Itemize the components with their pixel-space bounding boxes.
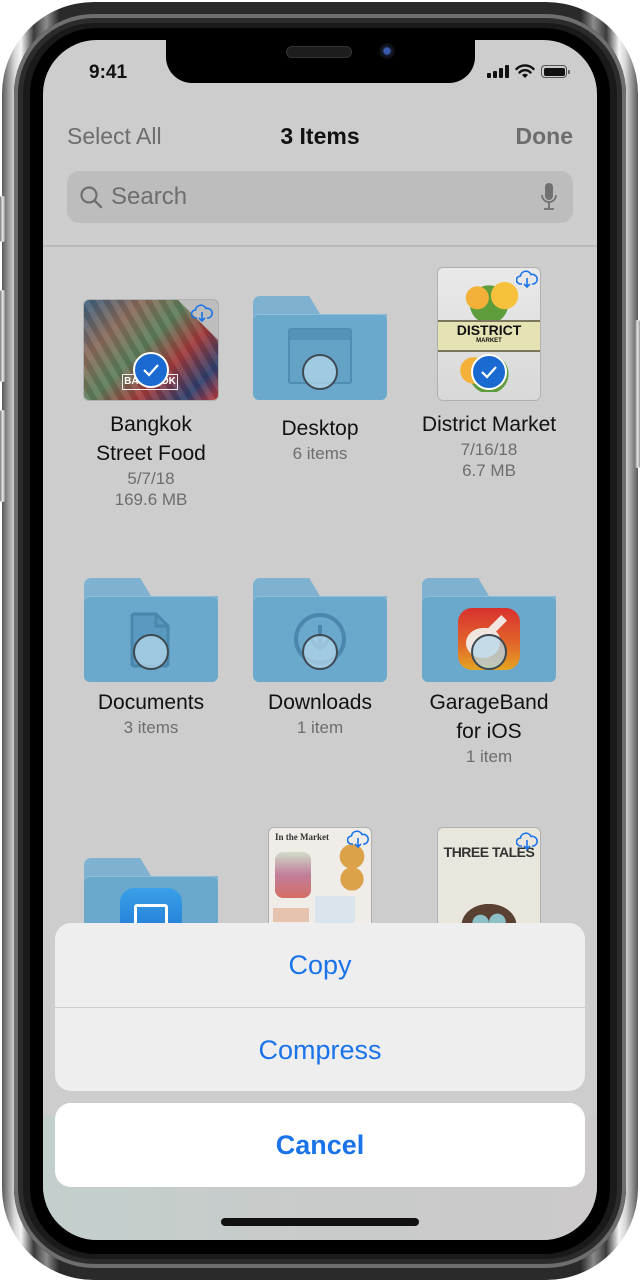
item-size: 6.7 MB bbox=[462, 461, 516, 480]
selected-checkmark-icon bbox=[471, 354, 507, 390]
item-name: District Market bbox=[421, 413, 557, 436]
cloud-download-icon[interactable] bbox=[347, 830, 369, 848]
folder-icon bbox=[84, 578, 218, 682]
item-count: 1 item bbox=[465, 747, 513, 766]
item-count: 1 item bbox=[296, 718, 344, 737]
selection-circle[interactable] bbox=[302, 634, 338, 670]
item-name: Documents bbox=[97, 691, 205, 714]
cloud-download-icon[interactable] bbox=[191, 304, 213, 322]
item-name: Desktop bbox=[281, 417, 359, 440]
file-item-bangkok-street-food[interactable]: BANGKOK BangkokStreet Food 5/7/18 169.6 … bbox=[66, 268, 236, 510]
action-sheet: Copy Compress bbox=[55, 923, 585, 1091]
compress-button[interactable]: Compress bbox=[55, 1008, 585, 1091]
cancel-button[interactable]: Cancel bbox=[55, 1103, 585, 1187]
power-button bbox=[635, 320, 640, 468]
thumb-title: In the Market bbox=[275, 832, 329, 842]
thumb-subtitle: MARKET bbox=[476, 338, 502, 344]
folder-item-documents[interactable]: Documents 3 items bbox=[66, 578, 236, 738]
folder-icon bbox=[422, 578, 556, 682]
item-name: Downloads bbox=[268, 691, 372, 714]
cloud-download-icon[interactable] bbox=[516, 832, 538, 850]
silent-switch bbox=[0, 196, 5, 242]
selection-circle[interactable] bbox=[133, 634, 169, 670]
item-name: GarageBand for iOS bbox=[429, 691, 549, 743]
copy-button[interactable]: Copy bbox=[55, 923, 585, 1007]
volume-up-button bbox=[0, 290, 5, 382]
item-date: 7/16/18 bbox=[460, 440, 518, 459]
photo-thumbnail: BANGKOK bbox=[84, 300, 218, 400]
item-count: 3 items bbox=[123, 718, 179, 737]
folder-item-garageband[interactable]: GarageBand for iOS 1 item bbox=[404, 578, 574, 767]
folder-item-desktop[interactable]: Desktop 6 items bbox=[235, 268, 405, 464]
cloud-download-icon[interactable] bbox=[516, 270, 538, 288]
selection-circle[interactable] bbox=[302, 354, 338, 390]
item-count: 6 items bbox=[292, 444, 348, 463]
folder-icon bbox=[253, 296, 387, 400]
folder-icon bbox=[253, 578, 387, 682]
item-name: Bangkok Street Food bbox=[96, 413, 206, 465]
selection-circle[interactable] bbox=[471, 634, 507, 670]
document-thumbnail: DISTRICT MARKET bbox=[438, 268, 540, 400]
item-date: 5/7/18 bbox=[127, 469, 175, 488]
selected-checkmark-icon bbox=[133, 352, 169, 388]
screen: 9:41 Select All 3 Items Done Search Bang… bbox=[43, 40, 597, 1240]
folder-item-downloads[interactable]: Downloads 1 item bbox=[235, 578, 405, 738]
item-size: 169.6 MB bbox=[114, 490, 188, 509]
thumb-title: DISTRICT bbox=[456, 322, 522, 338]
title-banner: DISTRICT MARKET bbox=[438, 320, 540, 352]
orange-slices bbox=[337, 844, 367, 894]
tag-block bbox=[273, 908, 309, 922]
home-indicator[interactable] bbox=[221, 1218, 419, 1226]
file-item-district-market[interactable]: DISTRICT MARKET District Market 7/16/18 … bbox=[404, 268, 574, 481]
jar-illustration bbox=[275, 852, 311, 898]
volume-down-button bbox=[0, 410, 5, 502]
